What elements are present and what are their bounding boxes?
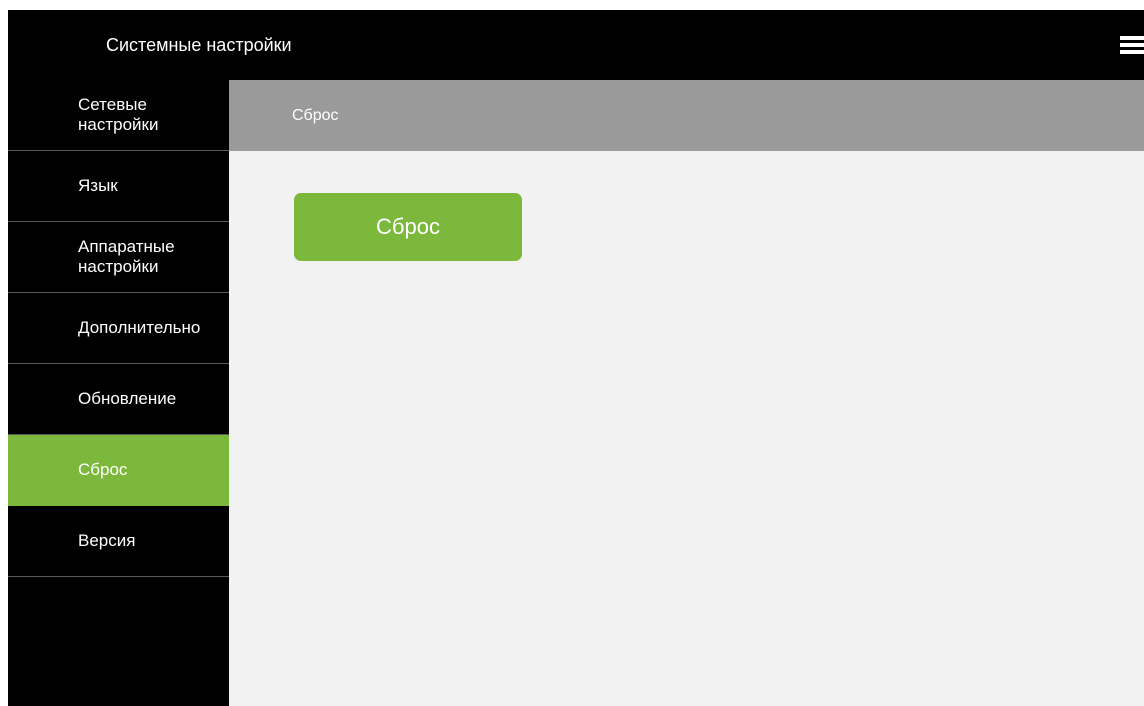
sidebar-item-reset[interactable]: Сброс bbox=[8, 435, 229, 506]
section-header: Сброс bbox=[229, 80, 1144, 151]
page-title: Системные настройки bbox=[106, 35, 292, 55]
sidebar-item-advanced[interactable]: Дополнительно bbox=[8, 293, 229, 364]
sidebar-item-hardware[interactable]: Аппаратные настройки bbox=[8, 222, 229, 293]
sidebar-item-language[interactable]: Язык bbox=[8, 151, 229, 222]
settings-window: Системные настройки Сетевые настройки Яз… bbox=[8, 10, 1144, 706]
sidebar: Сетевые настройки Язык Аппаратные настро… bbox=[8, 80, 229, 706]
sidebar-item-label: Аппаратные настройки bbox=[78, 237, 175, 276]
sidebar-item-label: Дополнительно bbox=[78, 318, 201, 337]
sidebar-item-version[interactable]: Версия bbox=[8, 506, 229, 577]
reset-button[interactable]: Сброс bbox=[294, 193, 522, 261]
content-area: Сброс bbox=[229, 151, 1144, 706]
sidebar-item-label: Язык bbox=[78, 176, 118, 195]
top-bar: Системные настройки bbox=[8, 10, 1144, 80]
section-title: Сброс bbox=[292, 107, 339, 124]
hamburger-menu-icon[interactable] bbox=[1120, 36, 1144, 56]
sidebar-item-label: Обновление bbox=[78, 389, 177, 408]
sidebar-item-network[interactable]: Сетевые настройки bbox=[8, 80, 229, 151]
sidebar-item-update[interactable]: Обновление bbox=[8, 364, 229, 435]
sidebar-item-label: Сетевые настройки bbox=[78, 95, 159, 134]
sidebar-item-label: Сброс bbox=[78, 460, 128, 479]
sidebar-item-label: Версия bbox=[78, 531, 136, 550]
